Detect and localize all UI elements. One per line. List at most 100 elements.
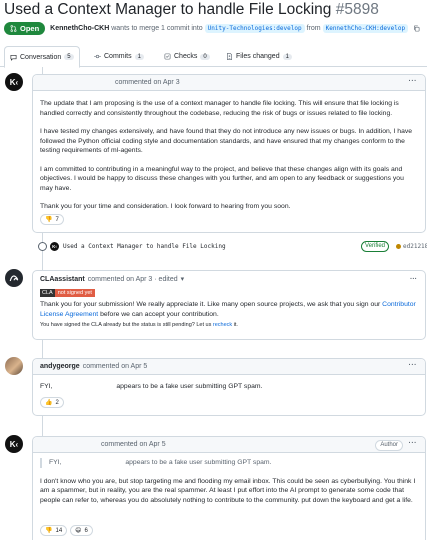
- avatar[interactable]: K‹: [5, 435, 23, 453]
- commit-icon: [38, 241, 47, 251]
- cla-logo-icon: [9, 275, 19, 282]
- reactions: 👍 2: [33, 397, 74, 413]
- reaction-thumbs-up[interactable]: 👍 2: [40, 397, 64, 408]
- status-text: Open: [20, 24, 40, 33]
- commit-row: K‹ Used a Context Manager to handle File…: [36, 240, 427, 252]
- pr-title: Used a Context Manager to handle File Lo…: [4, 1, 379, 19]
- comment-header: commented on Apr 5 Author ···: [33, 437, 425, 453]
- file-diff-icon: [227, 53, 232, 60]
- checklist-icon: [164, 53, 171, 60]
- tab-label: Conversation: [20, 53, 62, 61]
- reactions: 👎 7: [33, 214, 74, 230]
- comment-andygeorge: andygeorge commented on Apr 5 ··· FYI, a…: [32, 358, 426, 416]
- pr-meta: Open KennethCho-CKH wants to merge 1 com…: [4, 22, 420, 35]
- tab-commits[interactable]: Commits 1: [94, 46, 144, 67]
- comment-body: The update that I am proposing is the us…: [33, 91, 425, 218]
- author-badge: Author: [375, 440, 403, 451]
- pr-author-link[interactable]: KennethCho-CKH: [50, 25, 109, 32]
- thumbs-down-icon: 👎: [45, 217, 53, 223]
- comment-text-b: appears to be a fake user submitting GPT…: [116, 383, 263, 390]
- comment-meta: commented on Apr 5: [82, 363, 148, 370]
- thumbs-up-icon: 👍: [45, 400, 53, 406]
- cla-note-before: You have signed the CLA already but the …: [40, 322, 212, 328]
- recheck-link[interactable]: recheck: [213, 322, 232, 328]
- tab-conversation[interactable]: Conversation 5: [4, 46, 80, 68]
- copy-icon[interactable]: [413, 25, 420, 32]
- reaction-count: 14: [55, 527, 63, 534]
- comment-author[interactable]: [40, 444, 98, 445]
- reaction-thumbs-down[interactable]: 👎 7: [40, 214, 64, 225]
- check-status-icon[interactable]: [396, 243, 401, 249]
- laugh-icon: 😄: [75, 528, 82, 534]
- pr-tabs: Conversation 5 Commits 1 Checks 0 Files …: [0, 46, 427, 68]
- cla-status-badge[interactable]: CLA not signed yet: [33, 289, 425, 297]
- comment-paragraph: The update that I am proposing is the us…: [40, 100, 399, 117]
- quote-text-a: FYI,: [49, 459, 64, 466]
- commit-sha[interactable]: ed21218: [403, 243, 427, 250]
- comment-header: commented on Apr 3 ···: [33, 75, 425, 91]
- comment-text-a: FYI,: [40, 383, 55, 390]
- comment-reply: commented on Apr 5 Author ··· FYI, appea…: [32, 436, 426, 540]
- comment-author[interactable]: CLAassistant: [40, 276, 85, 283]
- avatar[interactable]: K‹: [5, 73, 23, 91]
- pr-number: #5898: [335, 1, 379, 18]
- tab-label: Checks: [174, 53, 198, 60]
- cla-note: You have signed the CLA already but the …: [40, 321, 418, 329]
- not-signed-tag: not signed yet: [54, 289, 95, 297]
- comment-meta: commented on Apr 3: [115, 79, 180, 86]
- reaction-thumbs-down[interactable]: 👎 14: [40, 525, 68, 536]
- comment-author[interactable]: andygeorge: [40, 363, 80, 370]
- base-branch[interactable]: Unity-Technologies:develop: [204, 24, 305, 33]
- from-text: from: [306, 25, 321, 32]
- chevron-down-icon[interactable]: ▾: [181, 275, 185, 283]
- comment-menu-icon[interactable]: ···: [409, 362, 418, 369]
- comment-paragraph: Thank you for your time and consideratio…: [40, 203, 291, 210]
- comment-cla: CLAassistant commented on Apr 3 · edited…: [32, 270, 426, 340]
- reaction-count: 6: [84, 527, 88, 534]
- reactions: 👎 14 😄 6: [33, 525, 103, 540]
- merge-text: wants to merge 1 commit into: [111, 25, 203, 32]
- tab-count: 1: [134, 53, 144, 60]
- comment-opening: commented on Apr 3 ··· The update that I…: [32, 74, 426, 233]
- comment-paragraph: I am committed to contributing in a mean…: [40, 165, 404, 192]
- commit-icon: [94, 54, 101, 59]
- commit-avatar[interactable]: K‹: [50, 241, 59, 251]
- tab-count: 0: [200, 53, 210, 60]
- tab-label: Files changed: [236, 53, 280, 60]
- verified-badge[interactable]: Verified: [361, 240, 390, 252]
- comment-icon: [10, 54, 17, 61]
- status-badge: Open: [4, 22, 46, 35]
- head-branch[interactable]: KennethCho-CKH:develop: [322, 24, 409, 33]
- comment-menu-icon[interactable]: ···: [409, 78, 418, 85]
- commit-message[interactable]: Used a Context Manager to handle File Lo…: [63, 243, 226, 250]
- cla-tag: CLA: [40, 289, 55, 297]
- quote-text-b: appears to be a fake user submitting GPT…: [125, 459, 272, 466]
- tab-files-changed[interactable]: Files changed 1: [226, 46, 292, 67]
- comment-header: CLAassistant commented on Apr 3 · edited…: [33, 271, 425, 287]
- comment-body: FYI, appears to be a fake user submittin…: [33, 375, 425, 398]
- pr-title-text: Used a Context Manager to handle File Lo…: [4, 1, 332, 18]
- pull-request-icon: [10, 25, 17, 32]
- comment-menu-icon[interactable]: ···: [410, 276, 417, 283]
- tab-label: Commits: [104, 53, 132, 60]
- comment-meta: commented on Apr 3 · edited: [87, 275, 178, 283]
- cla-text-before: Thank you for your submission! We really…: [40, 301, 381, 308]
- tab-count: 1: [282, 53, 292, 60]
- comment-meta: commented on Apr 5: [101, 441, 166, 448]
- comment-menu-icon[interactable]: ···: [409, 440, 418, 447]
- tab-count: 5: [64, 54, 74, 60]
- reaction-count: 7: [55, 216, 59, 223]
- avatar[interactable]: [5, 357, 23, 375]
- comment-paragraph: I have tested my changes extensively, an…: [40, 128, 413, 154]
- tab-checks[interactable]: Checks 0: [164, 46, 210, 67]
- cla-text-after: before we can accept your contribution.: [100, 310, 219, 318]
- thumbs-down-icon: 👎: [45, 528, 53, 534]
- comment-body: Thank you for your submission! We really…: [33, 297, 425, 335]
- reaction-laugh[interactable]: 😄 6: [70, 525, 93, 536]
- comment-author[interactable]: [40, 82, 112, 83]
- reaction-count: 2: [55, 399, 59, 406]
- avatar[interactable]: [5, 269, 23, 287]
- cla-note-after: it.: [233, 322, 238, 328]
- comment-header: andygeorge commented on Apr 5 ···: [33, 359, 425, 375]
- quote-block: FYI, appears to be a fake user submittin…: [40, 458, 418, 468]
